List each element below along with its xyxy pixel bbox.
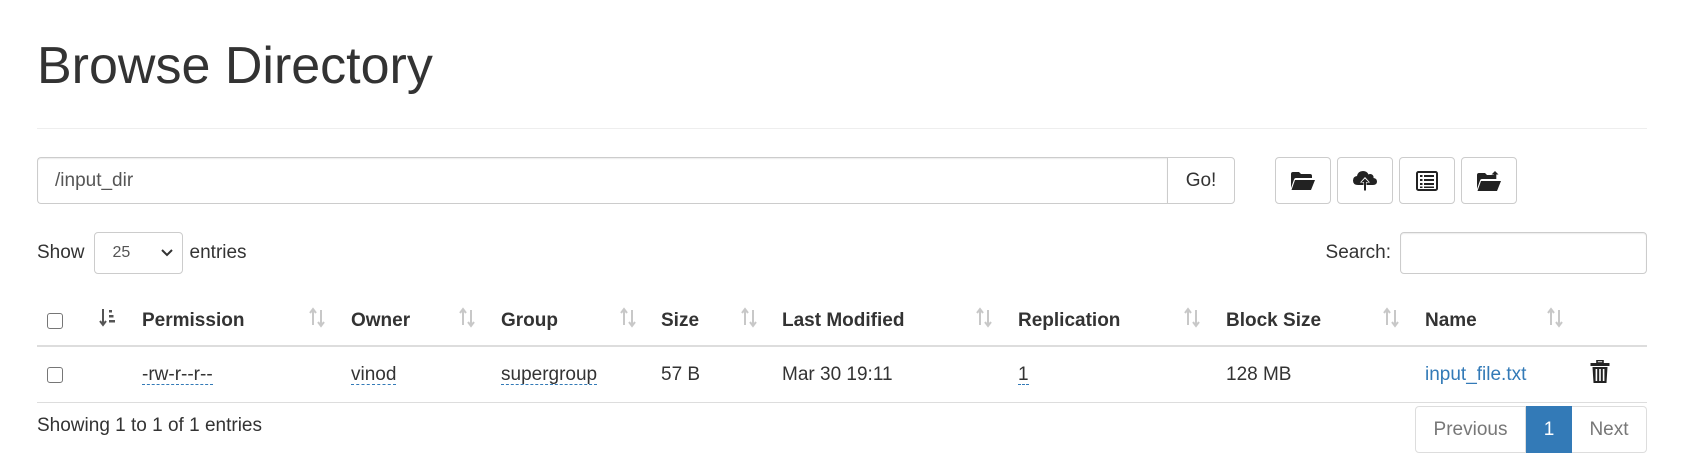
paste-button[interactable] bbox=[1461, 157, 1517, 204]
sort-both-icon[interactable] bbox=[619, 307, 637, 329]
name-cell: input_file.txt bbox=[1425, 347, 1526, 403]
group-cell: supergroup bbox=[501, 347, 598, 403]
entries-label: entries bbox=[189, 242, 247, 263]
toolbar bbox=[1275, 157, 1523, 204]
sort-both-icon[interactable] bbox=[308, 307, 326, 329]
next-page-button[interactable]: Next bbox=[1572, 406, 1647, 453]
block-size-cell: 128 MB bbox=[1226, 364, 1292, 385]
replication-value[interactable]: 1 bbox=[1018, 364, 1029, 386]
sort-both-icon[interactable] bbox=[1183, 307, 1201, 329]
sort-both-icon[interactable] bbox=[1546, 307, 1564, 329]
create-directory-button[interactable] bbox=[1275, 157, 1331, 204]
trash-icon[interactable] bbox=[1590, 359, 1610, 390]
entries-per-page-select[interactable]: 25 bbox=[93, 232, 183, 274]
previous-page-button[interactable]: Previous bbox=[1415, 406, 1526, 453]
sort-both-icon[interactable] bbox=[740, 307, 758, 329]
pagination: Previous 1 Next bbox=[1415, 406, 1647, 453]
size-cell: 57 B bbox=[661, 364, 701, 385]
browse-directory-page: Browse Directory Go! bbox=[0, 0, 1684, 475]
path-bar: Go! bbox=[37, 157, 1235, 204]
directory-path-input[interactable] bbox=[37, 157, 1167, 204]
group-value[interactable]: supergroup bbox=[501, 364, 598, 386]
header-group[interactable]: Group bbox=[501, 295, 558, 347]
create-folder-icon bbox=[1476, 170, 1502, 192]
header-permission[interactable]: Permission bbox=[142, 295, 244, 347]
row-checkbox[interactable] bbox=[47, 367, 63, 383]
go-button[interactable]: Go! bbox=[1167, 157, 1235, 204]
entries-select-value: 25 bbox=[112, 244, 131, 261]
header-size[interactable]: Size bbox=[661, 295, 699, 347]
owner-cell: vinod bbox=[351, 347, 397, 403]
header-name[interactable]: Name bbox=[1425, 295, 1477, 347]
table-row: -rw-r--r-- vinod supergroup 57 B Mar 30 … bbox=[37, 347, 1647, 403]
page-title: Browse Directory bbox=[37, 37, 433, 95]
upload-files-button[interactable] bbox=[1337, 157, 1393, 204]
header-replication[interactable]: Replication bbox=[1018, 295, 1120, 347]
cloud-upload-icon bbox=[1353, 170, 1377, 192]
table-search: Search: bbox=[1326, 232, 1647, 274]
replication-cell: 1 bbox=[1018, 347, 1029, 403]
title-divider bbox=[37, 128, 1647, 129]
header-owner[interactable]: Owner bbox=[351, 295, 410, 347]
table-info: Showing 1 to 1 of 1 entries bbox=[37, 415, 262, 436]
select-all-header bbox=[47, 295, 63, 347]
search-input[interactable] bbox=[1400, 232, 1647, 274]
permission-cell: -rw-r--r-- bbox=[142, 347, 213, 403]
page-1-button[interactable]: 1 bbox=[1526, 406, 1572, 453]
file-name-link[interactable]: input_file.txt bbox=[1425, 364, 1526, 386]
sort-both-icon[interactable] bbox=[975, 307, 993, 329]
select-all-checkbox[interactable] bbox=[47, 313, 63, 329]
chevron-down-icon bbox=[160, 245, 174, 264]
row-select-cell bbox=[47, 347, 63, 403]
cut-paste-button[interactable] bbox=[1399, 157, 1455, 204]
search-label: Search: bbox=[1325, 242, 1391, 263]
folder-open-icon bbox=[1290, 171, 1316, 191]
table-header-row: Permission Owner Group Size Last Modifie… bbox=[37, 295, 1647, 347]
list-alt-icon bbox=[1416, 170, 1438, 191]
header-last-modified[interactable]: Last Modified bbox=[782, 295, 904, 347]
sort-both-icon[interactable] bbox=[1382, 307, 1400, 329]
owner-value[interactable]: vinod bbox=[351, 364, 397, 386]
last-modified-cell: Mar 30 19:11 bbox=[782, 364, 893, 385]
show-label: Show bbox=[37, 242, 85, 263]
permission-value[interactable]: -rw-r--r-- bbox=[142, 364, 213, 386]
delete-cell bbox=[1590, 347, 1610, 403]
page-length-control: Show 25 entries bbox=[37, 232, 247, 274]
sort-both-icon[interactable] bbox=[458, 307, 476, 329]
sort-ascending-icon[interactable] bbox=[98, 307, 116, 329]
file-table: Permission Owner Group Size Last Modifie… bbox=[37, 295, 1647, 403]
header-block-size[interactable]: Block Size bbox=[1226, 295, 1321, 347]
